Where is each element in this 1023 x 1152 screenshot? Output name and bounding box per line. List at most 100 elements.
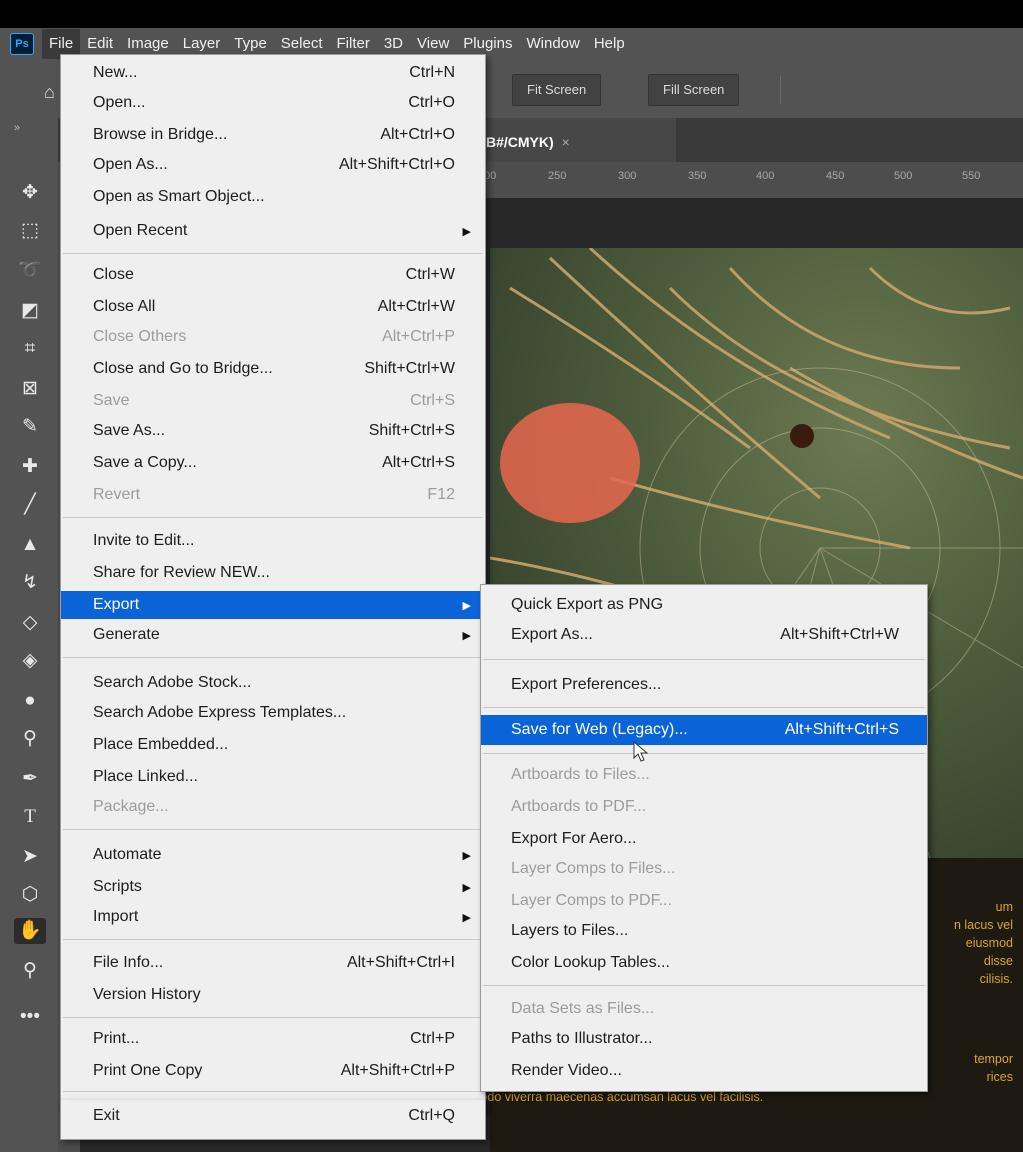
menu-item-label: Export [93,596,140,613]
doc-text-line: tempor [974,1052,1013,1066]
fit-screen-button[interactable]: Fit Screen [512,74,602,106]
menu-item-export[interactable]: Export ▶ [61,591,485,619]
menu-item-color-lookup-tables[interactable]: Color Lookup Tables... [481,949,927,977]
menu-item-place-embedded[interactable]: Place Embedded... [61,731,485,759]
dodge-tool-icon[interactable]: ⚲ [14,726,46,752]
healing-brush-tool-icon[interactable]: ✚ [14,454,46,480]
menu-item-save-a-copy[interactable]: Save a Copy... Alt+Ctrl+S [61,449,485,477]
menu-item-revert[interactable]: Revert F12 [61,481,485,509]
menu-item-label: Close and Go to Bridge... [93,360,273,377]
menu-item-share-for-review[interactable]: Share for Review NEW... [61,559,485,587]
menu-item-automate[interactable]: Automate ▶ [61,841,485,869]
menu-item-close-others[interactable]: Close Others Alt+Ctrl+P [61,323,485,351]
menu-item-artboards-to-files[interactable]: Artboards to Files... [481,761,927,789]
menu-item-browse-in-bridge[interactable]: Browse in Bridge... Alt+Ctrl+O [61,121,485,149]
submenu-arrow-icon: ▶ [462,599,471,612]
menu-item-data-sets-as-files[interactable]: Data Sets as Files... [481,995,927,1023]
type-tool-icon[interactable]: T [14,804,46,830]
move-tool-icon[interactable]: ✥ [14,180,46,206]
close-tab-icon[interactable]: × [562,134,570,150]
menu-item-place-linked[interactable]: Place Linked... [61,763,485,791]
menu-item-close-and-go-to-bridge[interactable]: Close and Go to Bridge... Shift+Ctrl+W [61,355,485,383]
menu-item-layer-comps-to-files[interactable]: Layer Comps to Files... [481,855,927,883]
menu-item-label: Print... [93,1030,140,1047]
menu-item-package[interactable]: Package... [61,793,485,821]
menu-item-close[interactable]: Close Ctrl+W [61,261,485,289]
menu-separator [483,985,925,986]
eraser-tool-icon[interactable]: ◇ [14,610,46,636]
brush-tool-icon[interactable]: ╱ [14,492,46,518]
crop-tool-icon[interactable]: ⌗ [14,336,46,362]
menu-item-exit[interactable]: Exit Ctrl+Q [61,1102,485,1130]
menu-item-label: Open... [93,94,146,111]
menu-item-label: Package... [93,798,169,815]
fill-screen-button[interactable]: Fill Screen [648,74,740,106]
menu-item-label: Quick Export as PNG [511,596,664,613]
doc-text-line: disse [983,954,1013,968]
ruler-tick: 550 [962,170,981,182]
submenu-arrow-icon: ▶ [462,911,471,924]
menu-item-export-as[interactable]: Export As... Alt+Shift+Ctrl+W [481,621,927,649]
menu-item-render-video[interactable]: Render Video... [481,1057,927,1085]
menu-item-open[interactable]: Open... Ctrl+O [61,89,485,117]
menu-item-save[interactable]: Save Ctrl+S [61,387,485,415]
menu-item-scripts[interactable]: Scripts ▶ [61,873,485,901]
home-icon[interactable]: ⌂ [44,82,55,103]
menu-item-version-history[interactable]: Version History [61,981,485,1009]
menu-item-save-for-web-legacy[interactable]: Save for Web (Legacy)... Alt+Shift+Ctrl+S [481,715,927,745]
menu-item-print-one-copy[interactable]: Print One Copy Alt+Shift+Ctrl+P [61,1057,485,1085]
menu-window[interactable]: Window [519,29,586,59]
menu-item-layer-comps-to-pdf[interactable]: Layer Comps to PDF... [481,887,927,915]
menu-item-generate[interactable]: Generate ▶ [61,621,485,649]
panel-collapse-icon[interactable]: » [14,122,20,134]
doc-text-line: rices [986,1070,1013,1084]
menu-item-invite-to-edit[interactable]: Invite to Edit... [61,527,485,555]
menu-item-search-adobe-stock[interactable]: Search Adobe Stock... [61,669,485,697]
menu-item-import[interactable]: Import ▶ [61,903,485,931]
menu-item-label: Place Embedded... [93,736,229,753]
menu-item-layers-to-files[interactable]: Layers to Files... [481,917,927,945]
menu-separator [483,659,925,660]
menu-item-label: Render Video... [511,1062,622,1079]
shape-tool-icon[interactable]: ⬡ [14,882,46,908]
frame-tool-icon[interactable]: ⊠ [14,376,46,402]
menu-item-export-preferences[interactable]: Export Preferences... [481,671,927,699]
menu-item-shortcut: Alt+Shift+Ctrl+S [784,721,899,738]
ruler-tick: 250 [548,170,567,182]
menu-item-open-as-smart-object[interactable]: Open as Smart Object... [61,183,485,211]
ruler-tick: 350 [688,170,707,182]
menu-item-label: Revert [93,486,141,503]
menu-item-open-as[interactable]: Open As... Alt+Shift+Ctrl+O [61,151,485,179]
menu-item-open-recent[interactable]: Open Recent ▶ [61,217,485,245]
path-selection-tool-icon[interactable]: ➤ [14,844,46,870]
paint-bucket-tool-icon[interactable]: ◈ [14,648,46,674]
menu-item-label: Automate [93,846,162,863]
menu-item-export-for-aero[interactable]: Export For Aero... [481,825,927,853]
menu-help[interactable]: Help [587,29,632,59]
zoom-tool-icon[interactable]: ⚲ [14,958,46,984]
menu-item-file-info[interactable]: File Info... Alt+Shift+Ctrl+I [61,949,485,977]
menu-item-print[interactable]: Print... Ctrl+P [61,1025,485,1053]
menu-item-search-adobe-express-templates[interactable]: Search Adobe Express Templates... [61,699,485,727]
menu-item-paths-to-illustrator[interactable]: Paths to Illustrator... [481,1025,927,1053]
object-selection-tool-icon[interactable]: ◩ [14,298,46,324]
menu-item-save-as[interactable]: Save As... Shift+Ctrl+S [61,417,485,445]
document-tab[interactable]: B#/CMYK) × [476,118,676,162]
lasso-tool-icon[interactable]: ➰ [14,258,46,284]
clone-stamp-tool-icon[interactable]: ▲ [14,532,46,558]
menu-item-label: Search Adobe Express Templates... [93,704,347,721]
menu-item-quick-export-as-png[interactable]: Quick Export as PNG [481,591,927,619]
menu-item-label: Save a Copy... [93,454,197,471]
blur-tool-icon[interactable]: ● [14,688,46,714]
eyedropper-tool-icon[interactable]: ✎ [14,414,46,440]
pen-tool-icon[interactable]: ✒ [14,766,46,792]
menu-item-artboards-to-pdf[interactable]: Artboards to PDF... [481,793,927,821]
more-tools-icon[interactable]: ••• [14,1004,46,1030]
menu-item-label: Version History [93,986,201,1003]
history-brush-tool-icon[interactable]: ↯ [14,570,46,596]
menu-item-label: Open Recent [93,222,188,239]
hand-tool-icon[interactable]: ✋ [14,918,46,944]
menu-item-close-all[interactable]: Close All Alt+Ctrl+W [61,293,485,321]
marquee-tool-icon[interactable]: ⬚ [14,218,46,244]
menu-item-new[interactable]: New... Ctrl+N [61,59,485,87]
